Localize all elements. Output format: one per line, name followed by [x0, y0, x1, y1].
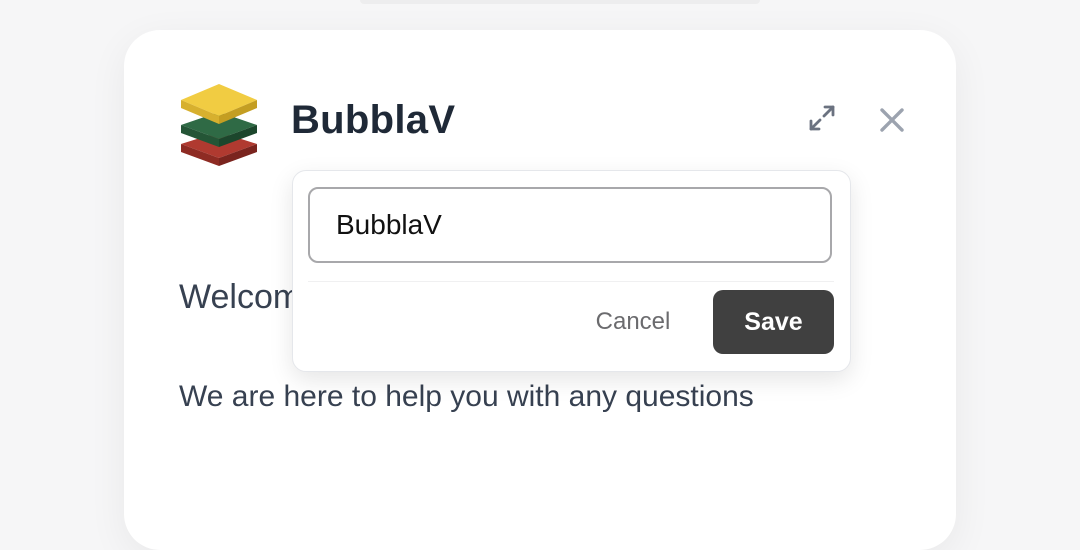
save-button[interactable]: Save: [713, 290, 834, 354]
layered-stack-logo-icon: [179, 82, 259, 168]
rename-popover: Cancel Save: [292, 170, 851, 372]
popover-divider: [308, 281, 834, 282]
close-icon: [880, 108, 904, 132]
help-message: We are here to help you with any questio…: [179, 380, 754, 413]
close-button[interactable]: [876, 104, 908, 136]
cancel-button[interactable]: Cancel: [578, 291, 688, 353]
expand-arrows-icon: [809, 105, 835, 131]
app-title: BubblaV: [291, 98, 456, 142]
expand-button[interactable]: [806, 102, 838, 134]
name-input[interactable]: [308, 187, 832, 263]
top-shadow-bar: [360, 0, 760, 4]
